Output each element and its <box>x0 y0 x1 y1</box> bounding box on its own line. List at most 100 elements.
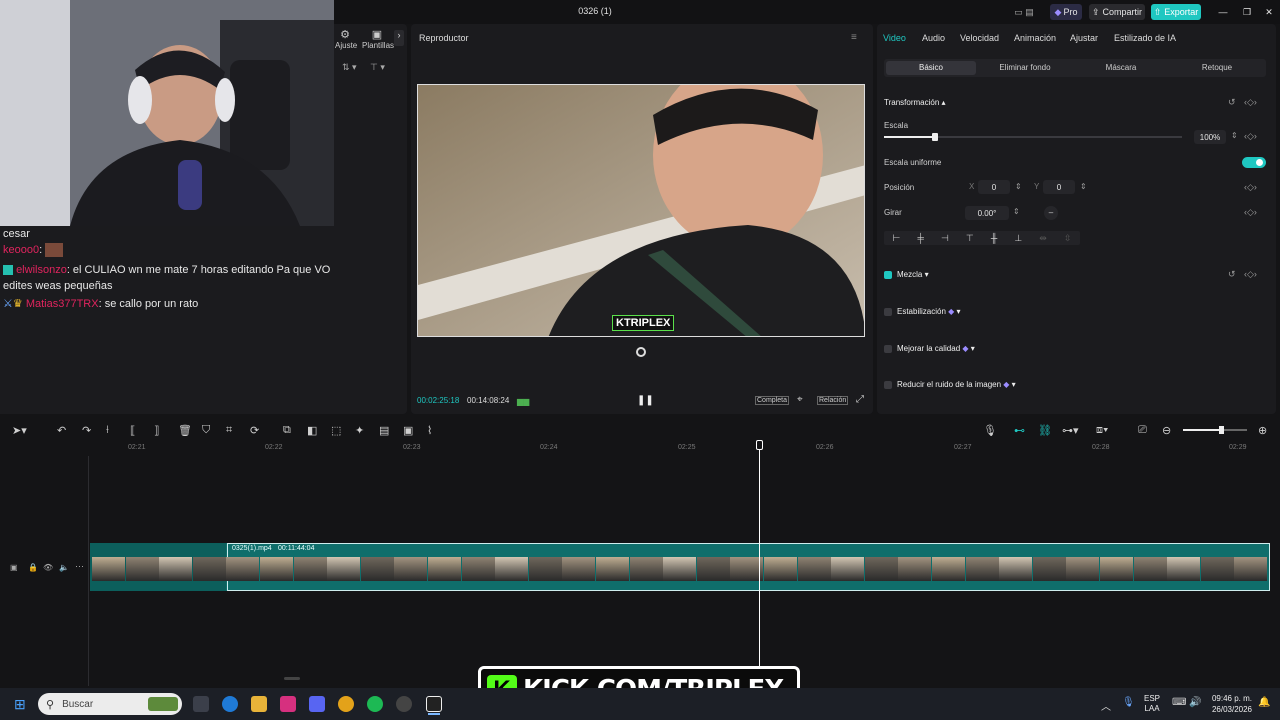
chevron-up-icon[interactable]: ︿ <box>1101 698 1111 713</box>
notification-icon[interactable]: 🔔 <box>1258 697 1270 708</box>
sort-icon[interactable]: ⇅ ▾ <box>342 62 357 73</box>
minimize-icon[interactable]: — <box>1216 4 1230 20</box>
spotify-icon[interactable] <box>367 696 383 712</box>
export-button[interactable]: ⇧ Exportar <box>1151 4 1201 20</box>
focus-icon[interactable]: ⌖ <box>797 394 803 405</box>
full-button[interactable]: Completa <box>755 396 789 405</box>
align-center-icon[interactable]: ╪ <box>917 233 923 243</box>
app-icon[interactable] <box>396 696 412 712</box>
tab-adjust-props[interactable]: Ajustar <box>1070 33 1098 43</box>
section-stabilize[interactable]: Estabilización ◆ ▾ <box>897 307 961 316</box>
layout-icon[interactable]: ▭ ▤ <box>1004 4 1044 20</box>
ratio-button[interactable]: Relación <box>817 396 849 405</box>
zoom-slider-knob[interactable] <box>1219 426 1224 434</box>
tab-adjust[interactable]: ⚙ Ajuste <box>335 28 357 50</box>
zoom-in-icon[interactable]: ⊕ <box>1258 424 1267 437</box>
fullscreen-icon[interactable]: ⤢ <box>856 394 864 405</box>
pos-y-input[interactable]: 0 <box>1043 180 1075 194</box>
tab-video[interactable]: Video <box>883 33 906 43</box>
noise-checkbox[interactable] <box>884 381 892 389</box>
subtab-mask[interactable]: Máscara <box>1076 61 1166 75</box>
crop-icon[interactable]: ⌗ <box>226 424 232 437</box>
scrollbar[interactable] <box>284 677 300 680</box>
align-top-icon[interactable]: ⊤ <box>966 233 974 244</box>
align-left-icon[interactable]: ⊢ <box>893 233 901 244</box>
instagram-icon[interactable] <box>280 696 296 712</box>
caption-icon[interactable]: ▤ <box>379 424 389 437</box>
section-blend[interactable]: Mezcla ▾ <box>897 270 929 279</box>
rotate-input[interactable]: 0.00° <box>965 206 1009 220</box>
stepper-icon[interactable]: ⇕ <box>1080 182 1087 191</box>
trim-left-icon[interactable]: ⟦ <box>130 424 135 437</box>
volume-icon[interactable]: 🔈 <box>59 563 69 572</box>
filter-icon[interactable]: ⊤ ▾ <box>370 62 385 73</box>
maximize-icon[interactable]: ❐ <box>1240 4 1254 20</box>
rotate-handle-icon[interactable] <box>636 347 646 357</box>
keyframe-icon[interactable]: ‹◇› <box>1244 207 1257 218</box>
pos-x-input[interactable]: 0 <box>978 180 1010 194</box>
trim-right-icon[interactable]: ⟧ <box>154 424 159 437</box>
mic-tray-icon[interactable]: 🎙 <box>1122 697 1135 708</box>
stepper-icon[interactable]: ⇕ <box>1231 131 1238 140</box>
windows-start-icon[interactable]: ⊞ <box>14 696 26 713</box>
video-preview[interactable]: KTRIPLEX <box>417 84 865 337</box>
auto-reframe-icon[interactable]: ⬚ <box>331 424 341 437</box>
playhead-line[interactable] <box>759 442 760 686</box>
keyframe-icon[interactable]: ‹◇› <box>1244 131 1257 142</box>
search-box[interactable]: ⚲ Buscar <box>38 693 182 715</box>
blend-checkbox[interactable] <box>884 271 892 279</box>
align-bottom-icon[interactable]: ⊥ <box>1014 233 1022 244</box>
quality-checkbox[interactable] <box>884 345 892 353</box>
subtab-retouch[interactable]: Retoque <box>1172 61 1262 75</box>
chrome-icon[interactable] <box>338 696 354 712</box>
split-icon[interactable]: ⟊ <box>106 424 109 437</box>
file-explorer-icon[interactable] <box>251 696 267 712</box>
pause-icon[interactable]: ❚❚ <box>637 395 654 406</box>
section-quality[interactable]: Mejorar la calidad ◆ ▾ <box>897 344 975 353</box>
task-view-icon[interactable] <box>193 696 209 712</box>
undo-icon[interactable]: ↶ <box>57 424 66 437</box>
pro-badge[interactable]: ◆ Pro <box>1050 4 1082 20</box>
eye-icon[interactable]: 👁 <box>43 563 53 572</box>
discord-icon[interactable] <box>309 696 325 712</box>
zoom-slider[interactable] <box>1183 426 1247 434</box>
tab-ai-style[interactable]: Estilizado de IA <box>1114 33 1176 43</box>
subtab-remove-bg[interactable]: Eliminar fondo <box>980 61 1070 75</box>
magic-icon[interactable]: ✦ <box>355 424 364 437</box>
clock[interactable]: 09:46 p. m. 26/03/2026 <box>1208 693 1252 715</box>
speaker-icon[interactable]: 🔊 <box>1189 697 1201 708</box>
tab-speed[interactable]: Velocidad <box>960 33 999 43</box>
menu-icon[interactable]: ≡ <box>851 32 857 43</box>
scale-slider-knob[interactable] <box>931 133 938 141</box>
network-icon[interactable]: ⌨ <box>1172 697 1186 708</box>
lock-icon[interactable]: 🔒 <box>28 563 38 572</box>
tab-animation[interactable]: Animación <box>1014 33 1056 43</box>
redo-icon[interactable]: ↷ <box>82 424 91 437</box>
stepper-icon[interactable]: ⇕ <box>1015 182 1022 191</box>
mirror-icon[interactable]: ⧉ <box>283 424 291 437</box>
speed-icon[interactable]: ⟳ <box>250 424 259 437</box>
delete-icon[interactable]: 🗑 <box>178 424 192 437</box>
keyframe-icon[interactable]: ‹◇› <box>1244 269 1257 280</box>
subtab-basic[interactable]: Básico <box>886 61 976 75</box>
tab-templates[interactable]: ▣ Plantillas <box>362 28 394 50</box>
align-right-icon[interactable]: ⊣ <box>941 233 949 244</box>
align-middle-icon[interactable]: ╫ <box>991 233 997 243</box>
track-cover-icon[interactable]: ▣ <box>10 563 18 572</box>
language-indicator[interactable]: ESP LAA <box>1144 694 1160 714</box>
snap-icon[interactable]: ⧈▾ <box>1096 424 1108 437</box>
distribute-v-icon[interactable]: ⇳ <box>1064 233 1072 244</box>
section-noise[interactable]: Reducir el ruido de la imagen ◆ ▾ <box>897 380 1016 389</box>
chevron-right-icon[interactable]: › <box>394 30 404 46</box>
share-button[interactable]: ⇪ Compartir <box>1089 4 1145 20</box>
preview-axis-icon[interactable]: ⊶▾ <box>1062 424 1079 437</box>
playhead-handle[interactable] <box>756 440 763 450</box>
audio-split-icon[interactable]: ⌇ <box>427 424 432 437</box>
capcut-icon[interactable] <box>426 696 442 712</box>
microphone-icon[interactable]: 🎙 <box>983 424 997 437</box>
close-icon[interactable]: ✕ <box>1262 4 1276 20</box>
freeze-icon[interactable]: ◧ <box>307 424 317 437</box>
stabilize-checkbox[interactable] <box>884 308 892 316</box>
edge-icon[interactable] <box>222 696 238 712</box>
section-transform[interactable]: Transformación ▴ <box>884 98 946 107</box>
